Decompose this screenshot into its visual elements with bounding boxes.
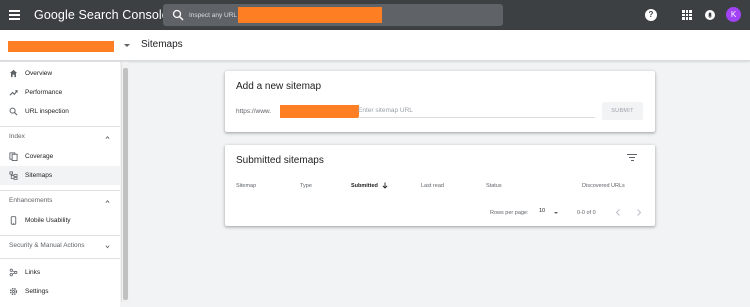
chevron-left-icon[interactable] [614, 208, 622, 217]
column-header-last-read[interactable]: Last read [421, 183, 444, 189]
pagination-range: 0-0 of 0 [577, 210, 596, 216]
sidebar-nav: Overview Performance URL inspection Inde… [0, 62, 120, 307]
account-avatar[interactable]: K [726, 7, 741, 22]
sidebar-item-label: Settings [25, 288, 49, 295]
column-header-type[interactable]: Type [300, 183, 312, 189]
page-header: Sitemaps [0, 30, 750, 61]
section-security[interactable]: Security & Manual Actions [0, 238, 120, 254]
divider [0, 126, 120, 127]
filter-icon[interactable] [627, 154, 637, 162]
help-icon[interactable]: ? [645, 9, 657, 21]
main-menu-icon[interactable] [9, 10, 20, 20]
phone-icon [10, 216, 17, 225]
redacted-property [8, 41, 114, 52]
column-header-submitted[interactable]: Submitted [351, 183, 378, 189]
url-prefix: https://www. [236, 108, 272, 115]
sidebar-item-url-inspection[interactable]: URL inspection [0, 102, 120, 121]
inspect-url-search[interactable] [163, 4, 503, 26]
top-app-bar: Google Search Console ? K [0, 0, 750, 30]
sitemap-url-input[interactable] [358, 104, 595, 118]
sidebar-item-label: Coverage [25, 153, 54, 160]
chevron-right-icon[interactable] [635, 208, 643, 217]
notifications-icon[interactable] [704, 9, 716, 21]
sidebar-item-coverage[interactable]: Coverage [0, 147, 120, 166]
sidebar-item-label: Performance [25, 89, 63, 96]
sidebar-item-mobile-usability[interactable]: Mobile Usability [0, 211, 120, 230]
links-icon [9, 268, 18, 277]
scrollbar-thumb[interactable] [123, 68, 128, 300]
sidebar-item-links[interactable]: Links [0, 263, 120, 282]
card-title: Submitted sitemaps [236, 155, 324, 166]
section-label: Index [9, 133, 25, 140]
card-title: Add a new sitemap [236, 81, 322, 92]
redacted-domain [280, 105, 359, 118]
sidebar-item-label: Links [25, 269, 41, 276]
chevron-down-icon [105, 245, 110, 249]
home-icon [9, 69, 18, 78]
section-enhancements[interactable]: Enhancements [0, 193, 120, 209]
rows-per-page-value: 10 [539, 208, 546, 214]
column-header-discovered-urls[interactable]: Discovered URLs [582, 183, 625, 189]
sitemap-icon [9, 171, 18, 180]
submit-button[interactable]: SUBMIT [602, 102, 643, 120]
add-sitemap-card: Add a new sitemap https://www. SUBMIT [225, 71, 655, 132]
sidebar-item-label: Mobile Usability [25, 217, 71, 224]
app-title: Google Search Console [34, 8, 169, 22]
page-title: Sitemaps [141, 39, 183, 50]
sidebar-item-label: URL inspection [25, 108, 69, 115]
redacted-url [238, 7, 382, 23]
section-label: Security & Manual Actions [9, 242, 85, 249]
sidebar-scrollbar[interactable] [121, 62, 129, 302]
divider [0, 258, 120, 259]
sidebar-item-sitemaps[interactable]: Sitemaps [0, 166, 120, 185]
sidebar-item-settings[interactable]: Settings [0, 282, 120, 301]
search-icon [9, 107, 18, 116]
section-label: Enhancements [9, 197, 53, 204]
sort-arrow-down-icon[interactable] [382, 182, 388, 189]
chevron-down-icon [124, 44, 130, 47]
section-index[interactable]: Index [0, 129, 120, 145]
trending-up-icon [9, 90, 18, 96]
sidebar-item-label: Overview [25, 70, 53, 77]
gear-icon [9, 287, 18, 296]
rows-per-page-label: Rows per page: [490, 210, 529, 216]
divider [0, 190, 120, 191]
chevron-down-icon [554, 212, 558, 214]
column-header-status[interactable]: Status [486, 183, 502, 189]
property-selector[interactable] [8, 41, 130, 52]
sidebar-item-performance[interactable]: Performance [0, 83, 120, 102]
chevron-up-icon [105, 199, 110, 204]
divider [0, 235, 120, 236]
column-header-sitemap[interactable]: Sitemap [236, 183, 256, 189]
sidebar-item-label: Sitemaps [25, 172, 53, 179]
search-icon [172, 9, 184, 21]
apps-grid-icon[interactable] [682, 10, 692, 20]
sidebar-item-overview[interactable]: Overview [0, 64, 120, 83]
coverage-icon [9, 152, 18, 161]
chevron-up-icon [105, 135, 110, 140]
submitted-sitemaps-card: Submitted sitemaps Sitemap Type Submitte… [225, 145, 655, 226]
rows-per-page-select[interactable]: 10 [539, 208, 563, 218]
